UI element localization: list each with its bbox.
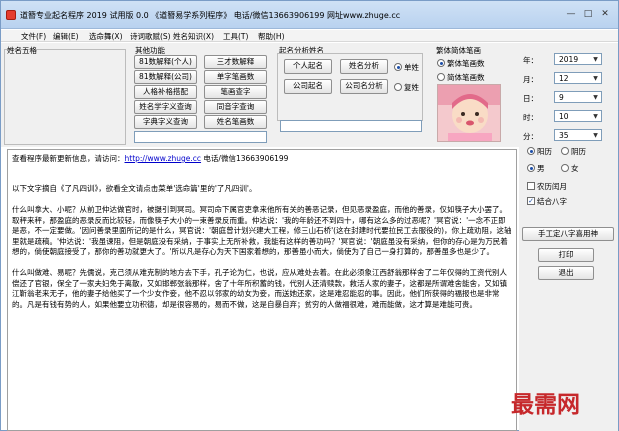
baby-photo-image	[438, 85, 500, 141]
radio-lunar[interactable]	[561, 147, 569, 155]
chevron-down-icon[interactable]: ▼	[591, 94, 600, 101]
btn-stroke-lookup[interactable]: 笔画查字	[204, 85, 267, 99]
wuge-group-label: 姓名五格	[7, 46, 37, 55]
menu-tools[interactable]: 工具(T)	[223, 31, 248, 42]
close-button[interactable]: ✕	[598, 8, 612, 20]
btn-personal-naming[interactable]: 个人起名	[284, 59, 332, 74]
window-title: 道簪专业起名程序 2019 试用版 0.0 《道簪易学系列程序》 电话/微信13…	[20, 11, 401, 20]
radio-double-surname[interactable]	[394, 83, 402, 91]
btn-company-naming[interactable]: 公司起名	[284, 79, 332, 94]
double-surname-label: 复姓	[404, 83, 419, 92]
name-input[interactable]	[280, 120, 422, 132]
year-value: 2019	[559, 55, 579, 64]
radio-male[interactable]	[527, 164, 535, 172]
btn-single-strokes[interactable]: 单字笔画数	[204, 70, 267, 84]
website-link[interactable]: http://www.zhuge.cc	[125, 154, 202, 163]
radio-solar[interactable]	[527, 147, 535, 155]
single-surname-label: 单姓	[404, 63, 419, 72]
month-label: 月：	[523, 75, 538, 84]
hour-label: 时：	[523, 113, 538, 122]
month-select[interactable]: 12 ▼	[554, 72, 602, 84]
title-bar: 道簪专业起名程序 2019 试用版 0.0 《道簪易学系列程序》 电话/微信13…	[1, 1, 618, 29]
wuge-frame	[4, 49, 126, 145]
menu-edit[interactable]: 编辑(E)	[53, 31, 79, 42]
btn-81-personal[interactable]: 81数解释(个人)	[134, 55, 197, 69]
btn-dictionary[interactable]: 字典字义查询	[134, 115, 197, 129]
combine-bazi-checkbox[interactable]: ✓	[527, 197, 535, 205]
month-value: 12	[559, 74, 569, 83]
leap-month-checkbox[interactable]	[527, 182, 535, 190]
btn-name-meaning[interactable]: 姓名学字义查询	[134, 100, 197, 114]
fanjian-group-label: 繁体简体笔画	[436, 46, 481, 55]
manual-bazi-button[interactable]: 手工定八字喜用神	[522, 227, 614, 241]
solar-label: 阳历	[537, 147, 552, 156]
hour-select[interactable]: 10 ▼	[554, 110, 602, 122]
other-input[interactable]	[134, 131, 267, 143]
btn-name-strokes[interactable]: 姓名笔画数	[204, 115, 267, 129]
chevron-down-icon[interactable]: ▼	[591, 132, 600, 139]
chevron-down-icon[interactable]: ▼	[591, 56, 600, 63]
baby-photo	[437, 84, 501, 142]
minimize-button[interactable]: —	[564, 8, 578, 20]
exit-button[interactable]: 退出	[538, 266, 594, 280]
radio-simplified[interactable]	[437, 73, 445, 81]
menu-name-knowledge[interactable]: 姓名知识(X)	[173, 31, 214, 42]
leap-month-label: 农历闰月	[537, 182, 567, 191]
day-select[interactable]: 9 ▼	[554, 91, 602, 103]
btn-sancai[interactable]: 三才数解释	[204, 55, 267, 69]
menu-file[interactable]: 文件(F)	[21, 31, 46, 42]
notice-prefix: 查看程序最新更新信息，请访问：	[12, 154, 125, 163]
btn-company-analysis[interactable]: 公司名分析	[340, 79, 388, 94]
radio-single-surname[interactable]	[394, 63, 402, 71]
day-value: 9	[559, 93, 564, 102]
right-panel: 年： 2019 ▼ 月： 12 ▼ 日： 9 ▼ 时： 10 ▼ 分： 35 ▼…	[519, 43, 618, 431]
combine-bazi-label: 结合八字	[537, 197, 567, 206]
intro-line: 以下文字摘自《了凡四训》，欲看全文请点击菜单'选命篇'里的'了凡四训'。	[12, 184, 257, 193]
menu-poetry[interactable]: 诗词歌赋(S)	[130, 31, 171, 42]
lunar-label: 阴历	[571, 147, 586, 156]
simplified-label: 简体笔画数	[447, 73, 485, 82]
btn-81-company[interactable]: 81数解释(公司)	[134, 70, 197, 84]
paragraph-2: 什么叫做难、易呢？先儒说，克己须从难克制的地方去下手，孔子论为仁，也说，应从难处…	[12, 268, 507, 309]
btn-homophone[interactable]: 同音字查询	[204, 100, 267, 114]
day-label: 日：	[523, 94, 538, 103]
content-area[interactable]: 查看程序最新更新信息，请访问：http://www.zhuge.cc 电话/微信…	[7, 149, 517, 431]
main-window: 道簪专业起名程序 2019 试用版 0.0 《道簪易学系列程序》 电话/微信13…	[0, 0, 619, 431]
menu-help[interactable]: 帮助(H)	[258, 31, 285, 42]
chevron-down-icon[interactable]: ▼	[591, 113, 600, 120]
menu-mingpian[interactable]: 选命舞(X)	[89, 31, 123, 42]
minute-value: 35	[559, 131, 569, 140]
year-select[interactable]: 2019 ▼	[554, 53, 602, 65]
notice-suffix: 电话/微信13663906199	[201, 154, 289, 163]
female-label: 女	[571, 164, 579, 173]
male-label: 男	[537, 164, 545, 173]
maximize-button[interactable]: □	[581, 8, 595, 20]
year-label: 年：	[523, 56, 538, 65]
menu-bar: 文件(F) 编辑(E) 选命舞(X) 诗词歌赋(S) 姓名知识(X) 工具(T)…	[1, 30, 618, 42]
btn-renge-buge[interactable]: 人格补格搭配	[134, 85, 197, 99]
app-logo-icon	[6, 10, 16, 20]
paragraph-1: 什么叫拿大、小呢？从前卫仲达做官时，被摄引到冥司。冥司命下属官吏拿来他所有关的善…	[12, 205, 512, 257]
print-button[interactable]: 打印	[538, 248, 594, 262]
watermark: 最需网	[511, 391, 580, 418]
btn-name-analysis[interactable]: 姓名分析	[340, 59, 388, 74]
minute-select[interactable]: 35 ▼	[554, 129, 602, 141]
notice-line: 查看程序最新更新信息，请访问：http://www.zhuge.cc 电话/微信…	[12, 153, 288, 164]
radio-female[interactable]	[561, 164, 569, 172]
traditional-label: 繁体笔画数	[447, 59, 485, 68]
radio-traditional[interactable]	[437, 59, 445, 67]
hour-value: 10	[559, 112, 569, 121]
minute-label: 分：	[523, 132, 538, 141]
chevron-down-icon[interactable]: ▼	[591, 75, 600, 82]
